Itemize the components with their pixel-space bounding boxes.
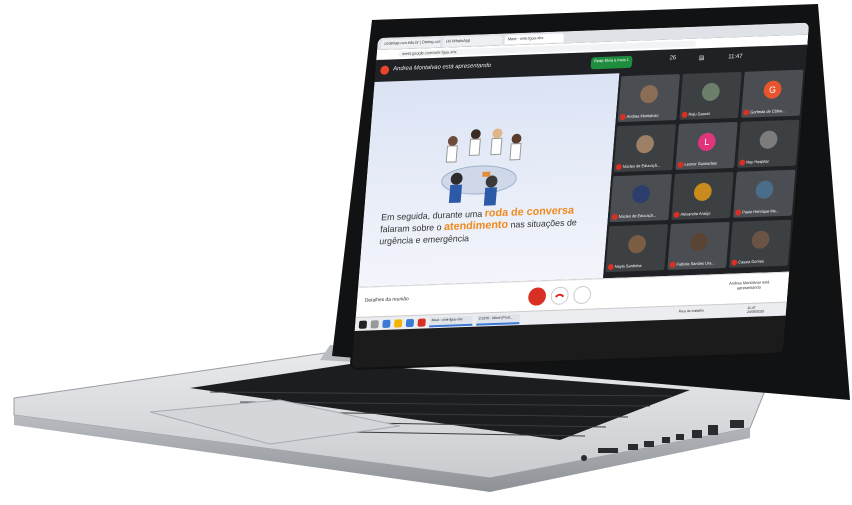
presenting-status: Andrea Montalvao está apresentando: [728, 279, 770, 291]
participant-name: Núcleo de Educaçã...: [622, 162, 661, 169]
desktop-label: Área de trabalho: [678, 308, 705, 314]
participant-tile[interactable]: Andrea Montalvao: [617, 74, 680, 123]
participant-avatar: L: [697, 132, 717, 152]
participant-tile[interactable]: Núcleo de Educaçã...: [613, 124, 676, 173]
port-icon: [662, 437, 670, 443]
mic-muted-icon: [743, 109, 750, 116]
usb-port-icon: [644, 441, 654, 447]
participant-name: Fabíola Sandes Ura...: [676, 260, 715, 267]
windows-start-icon[interactable]: [358, 320, 368, 329]
taskbar-window[interactable]: Meet - wnk-fguu-xhx: [429, 315, 474, 328]
participant-avatar: [639, 84, 659, 104]
participant-name: Reju Gaurat: [688, 110, 710, 117]
participant-tile[interactable]: Núcleo de Educaçã...: [609, 174, 672, 223]
meeting-clock: 11:47: [728, 53, 743, 61]
participant-tile[interactable]: Paulo Henrique Me...: [733, 169, 796, 218]
mic-muted-icon: [673, 211, 680, 218]
mic-muted-icon: [619, 113, 626, 121]
chat-icon[interactable]: ▤: [699, 54, 705, 61]
participant-name: Núcleo de Educaçã...: [618, 212, 657, 219]
meeting-details-button[interactable]: Detalhes da reunião: [365, 296, 409, 304]
port-icon: [676, 434, 684, 440]
participant-avatar: [751, 230, 771, 250]
mic-muted-icon: [607, 263, 614, 271]
hang-up-button[interactable]: [550, 286, 570, 306]
meeting-illustration: [441, 128, 522, 206]
participant-name: Nayla Sardinha: [614, 262, 642, 269]
participant-avatar: G: [763, 80, 783, 100]
folder-icon[interactable]: [393, 319, 403, 328]
usb-port-icon: [628, 444, 638, 450]
participant-tile[interactable]: Ney Hospital: [737, 119, 800, 168]
taskbar-clock: 11:47 24/09/2020: [746, 305, 765, 314]
participant-name: Alexandre Araújo: [680, 210, 711, 217]
mic-muted-icon: [677, 161, 684, 168]
port-icon: [598, 448, 618, 453]
participant-name: Ney Hospital: [746, 158, 769, 165]
participant-tile[interactable]: Alexandre Araújo: [671, 171, 734, 220]
store-icon[interactable]: [405, 318, 415, 328]
mic-muted-icon: [615, 163, 622, 171]
recording-indicator[interactable]: Reap Elvia e mais 1: [590, 55, 633, 70]
participant-tile[interactable]: G Gorfesta de Câfrei...: [741, 69, 804, 118]
meet-logo-icon: [379, 65, 390, 75]
participant-avatar: [689, 232, 709, 252]
mic-muted-icon: [669, 261, 676, 268]
mic-muted-icon: [681, 111, 688, 118]
participant-name: Cassia Gomes: [738, 258, 765, 265]
participant-grid: Andrea Montalvao Reju Gaurat G Gorfesta de …: [603, 66, 806, 279]
participant-avatar: [635, 134, 655, 154]
search-icon[interactable]: [370, 320, 379, 329]
mic-muted-icon: [735, 209, 742, 216]
mic-muted-icon: [739, 159, 746, 166]
camera-button[interactable]: [572, 285, 592, 305]
browser-tab[interactable]: cederiap.ucs.edu.br | Dering.com Google: [381, 37, 441, 49]
participant-tile[interactable]: Cassia Gomes: [729, 219, 792, 268]
port-icon: [692, 430, 702, 438]
browser-tab-active[interactable]: Meet - wnk-fguu-xhx: [504, 32, 565, 44]
chrome-icon[interactable]: [417, 318, 426, 327]
display: cederiap.ucs.edu.br | Dering.com Google …: [351, 22, 810, 368]
participant-avatar: [693, 182, 713, 202]
port-icon: [730, 420, 744, 428]
mic-off-button[interactable]: [527, 287, 547, 306]
screen: cederiap.ucs.edu.br | Dering.com Google …: [351, 22, 852, 368]
taskbar-window[interactable]: CS370 - Word (Prod...: [476, 314, 521, 326]
mic-muted-icon: [731, 259, 738, 266]
edge-icon[interactable]: [382, 319, 391, 329]
presentation-slide: Em seguida, durante uma roda de conversa…: [358, 73, 620, 287]
presenter-status: Andrea Montalvao está apresentando: [392, 62, 492, 73]
participant-name: Paulo Henrique Me...: [742, 208, 780, 215]
browser-tab[interactable]: (4) WhatsApp: [442, 35, 503, 47]
people-count[interactable]: 26: [669, 55, 676, 61]
participant-name: Gorfesta de Câfrei...: [750, 108, 786, 115]
participant-avatar: [759, 130, 779, 150]
ethernet-port-icon: [708, 425, 718, 435]
laptop-photo: cederiap.ucs.edu.br | Dering.com Google …: [0, 0, 852, 505]
participant-avatar: [701, 82, 721, 102]
mic-muted-icon: [611, 213, 618, 221]
participant-avatar: [627, 234, 647, 254]
participant-name: Andrea Montalvao: [626, 112, 659, 119]
participant-tile[interactable]: Reju Gaurat: [679, 71, 742, 120]
participant-avatar: [755, 180, 775, 200]
participant-name: Leonor Guimarães: [684, 160, 718, 167]
participant-tile[interactable]: Fabíola Sandes Ura...: [667, 221, 730, 270]
participant-tile[interactable]: Nayla Sardinha: [605, 224, 668, 273]
participant-tile[interactable]: L Leonor Guimarães: [675, 121, 738, 170]
participant-avatar: [631, 184, 651, 204]
